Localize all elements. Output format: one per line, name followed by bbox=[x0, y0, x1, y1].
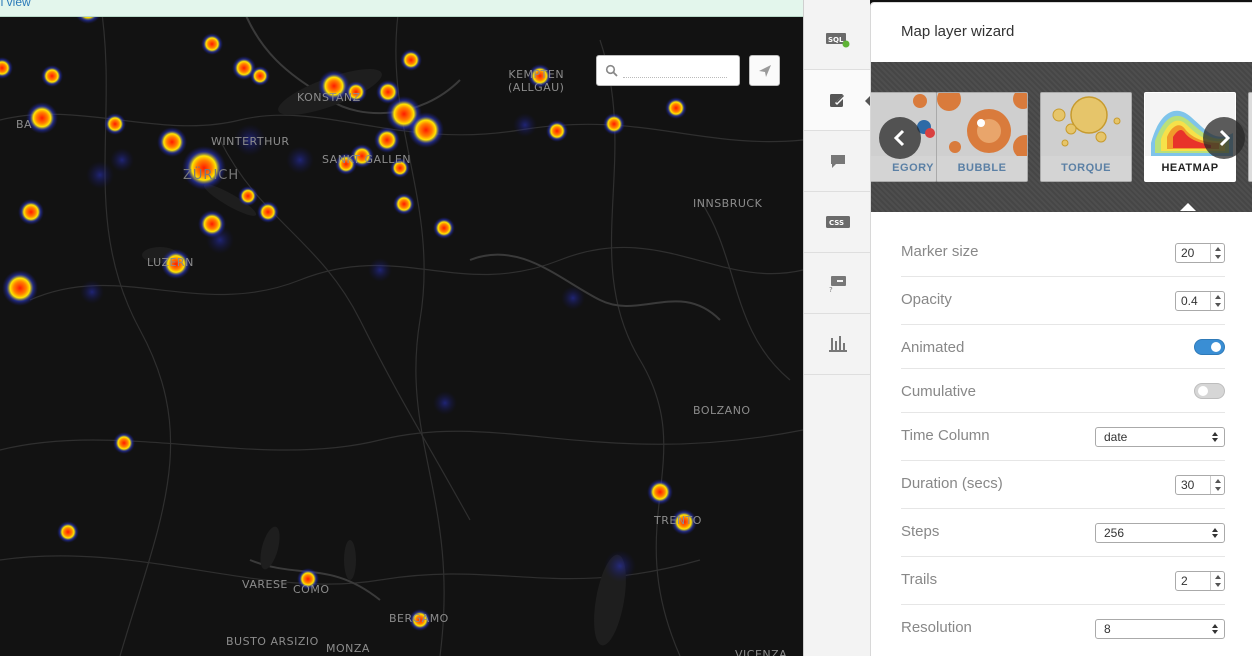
search-input[interactable] bbox=[623, 64, 727, 78]
rail-item-filters[interactable] bbox=[804, 314, 871, 375]
city-label-st-gallen: SANKT GALLEN bbox=[322, 153, 411, 166]
sql-view-bar: ql view bbox=[0, 0, 803, 17]
duration-stepper[interactable]: 30 bbox=[1175, 475, 1225, 495]
locate-button[interactable] bbox=[749, 55, 780, 86]
thumb-label: EGORY bbox=[871, 156, 936, 181]
city-label-vicenza: VICENZA bbox=[735, 648, 788, 656]
chevron-left-icon bbox=[893, 129, 905, 147]
cumulative-label: Cumulative bbox=[901, 383, 977, 400]
rail-item-css[interactable]: CSS bbox=[804, 192, 871, 253]
filters-icon bbox=[828, 336, 847, 352]
trails-label: Trails bbox=[901, 571, 938, 588]
select-caret-icon bbox=[1211, 431, 1219, 443]
svg-text:CSS: CSS bbox=[829, 219, 844, 227]
rail-item-sql[interactable]: SQL bbox=[804, 9, 871, 70]
city-label-bergamo: BERGAMO bbox=[389, 612, 449, 625]
opacity-stepper[interactable]: 0.4 bbox=[1175, 291, 1225, 311]
rail-item-wizard[interactable] bbox=[804, 70, 872, 131]
bubble-thumbnail bbox=[937, 93, 1027, 157]
thumb-label: BUBBLE bbox=[937, 156, 1027, 181]
city-label-busto-arsizio: BUSTO ARSIZIO bbox=[226, 635, 319, 648]
select-caret-icon bbox=[1211, 527, 1219, 539]
chevron-right-icon bbox=[1219, 129, 1231, 147]
cumulative-toggle[interactable] bbox=[1194, 383, 1225, 399]
resolution-select[interactable]: 8 bbox=[1095, 619, 1225, 639]
steps-label: Steps bbox=[901, 523, 940, 540]
tool-rail: SQL CSS ? bbox=[803, 0, 872, 656]
row-time-column: Time Column date bbox=[901, 413, 1225, 461]
thumb-bubble[interactable]: BUBBLE bbox=[936, 92, 1028, 182]
marker-size-label: Marker size bbox=[901, 243, 979, 260]
carousel-prev-button[interactable] bbox=[879, 117, 921, 159]
search-icon bbox=[605, 64, 618, 77]
city-label-varese: VARESE bbox=[242, 578, 288, 591]
marker-size-stepper[interactable]: 20 bbox=[1175, 243, 1225, 263]
city-label-basel: BA bbox=[16, 118, 33, 131]
svg-text:SQL: SQL bbox=[828, 36, 844, 44]
wizard-form: Marker size 20 Opacity 0.4 Animated Cumu… bbox=[901, 229, 1225, 653]
carousel-next-button[interactable] bbox=[1203, 117, 1245, 159]
row-trails: Trails 2 bbox=[901, 557, 1225, 605]
map-canvas[interactable]: ql view KEMPTEN(ALLGAU) KONSTANZ WINTERT… bbox=[0, 0, 803, 656]
map-basemap bbox=[0, 0, 803, 656]
wizard-icon bbox=[829, 94, 846, 107]
rail-item-infowindow[interactable] bbox=[804, 131, 871, 192]
trails-stepper[interactable]: 2 bbox=[1175, 571, 1225, 591]
opacity-label: Opacity bbox=[901, 291, 952, 308]
selected-caret bbox=[1180, 203, 1196, 211]
legend-icon: ? bbox=[829, 276, 846, 293]
thumb-label: TORQUE bbox=[1041, 156, 1131, 181]
row-marker-size: Marker size 20 bbox=[901, 229, 1225, 277]
city-label-winterthur: WINTERTHUR bbox=[211, 135, 290, 148]
row-duration: Duration (secs) 30 bbox=[901, 461, 1225, 509]
navigate-arrow-icon bbox=[758, 64, 771, 77]
svg-text:?: ? bbox=[829, 286, 833, 293]
resolution-label: Resolution bbox=[901, 619, 972, 636]
css-icon: CSS bbox=[825, 216, 850, 228]
animated-toggle[interactable] bbox=[1194, 339, 1225, 355]
city-label-luzern: LUZERN bbox=[147, 256, 194, 269]
time-column-label: Time Column bbox=[901, 427, 990, 444]
select-caret-icon bbox=[1211, 623, 1219, 635]
wizard-carousel: EGORY BUBBLE TORQUE HEATMAP bbox=[871, 62, 1252, 212]
infowindow-icon bbox=[830, 155, 845, 168]
city-label-konstanz: KONSTANZ bbox=[297, 91, 361, 104]
row-cumulative: Cumulative bbox=[901, 369, 1225, 413]
row-opacity: Opacity 0.4 bbox=[901, 277, 1225, 325]
stepper-spin-icon[interactable] bbox=[1210, 292, 1224, 310]
row-resolution: Resolution 8 bbox=[901, 605, 1225, 653]
stepper-spin-icon[interactable] bbox=[1210, 476, 1224, 494]
city-label-monza: MONZA bbox=[326, 642, 370, 655]
city-label-como: COMO bbox=[293, 583, 330, 596]
city-label-bolzano: BOLZANO bbox=[693, 404, 751, 417]
rail-item-legend[interactable]: ? bbox=[804, 253, 871, 314]
thumb-label: HEATMAP bbox=[1145, 156, 1235, 181]
sql-view-link[interactable]: ql view bbox=[0, 0, 31, 9]
panel-title: Map layer wizard bbox=[901, 23, 1015, 40]
stepper-spin-icon[interactable] bbox=[1210, 572, 1224, 590]
city-label-trento: TRENTO bbox=[654, 514, 702, 527]
animated-label: Animated bbox=[901, 339, 965, 356]
torque-thumbnail bbox=[1041, 93, 1131, 157]
city-label-zurich: ZÜRICH bbox=[183, 168, 240, 183]
row-steps: Steps 256 bbox=[901, 509, 1225, 557]
time-column-select[interactable]: date bbox=[1095, 427, 1225, 447]
city-label-innsbruck: INNSBRUCK bbox=[693, 197, 763, 210]
steps-select[interactable]: 256 bbox=[1095, 523, 1225, 543]
map-search bbox=[596, 55, 740, 86]
duration-label: Duration (secs) bbox=[901, 475, 1003, 492]
thumb-next-partial[interactable] bbox=[1248, 92, 1252, 182]
stepper-spin-icon[interactable] bbox=[1210, 244, 1224, 262]
thumb-torque[interactable]: TORQUE bbox=[1040, 92, 1132, 182]
map-layer-wizard-panel: Map layer wizard EGORY BUBBLE TORQUE HEA… bbox=[870, 2, 1252, 656]
row-animated: Animated bbox=[901, 325, 1225, 369]
city-label-kempten: KEMPTEN (ALLGAU) bbox=[508, 68, 565, 94]
sql-icon: SQL bbox=[825, 33, 849, 48]
